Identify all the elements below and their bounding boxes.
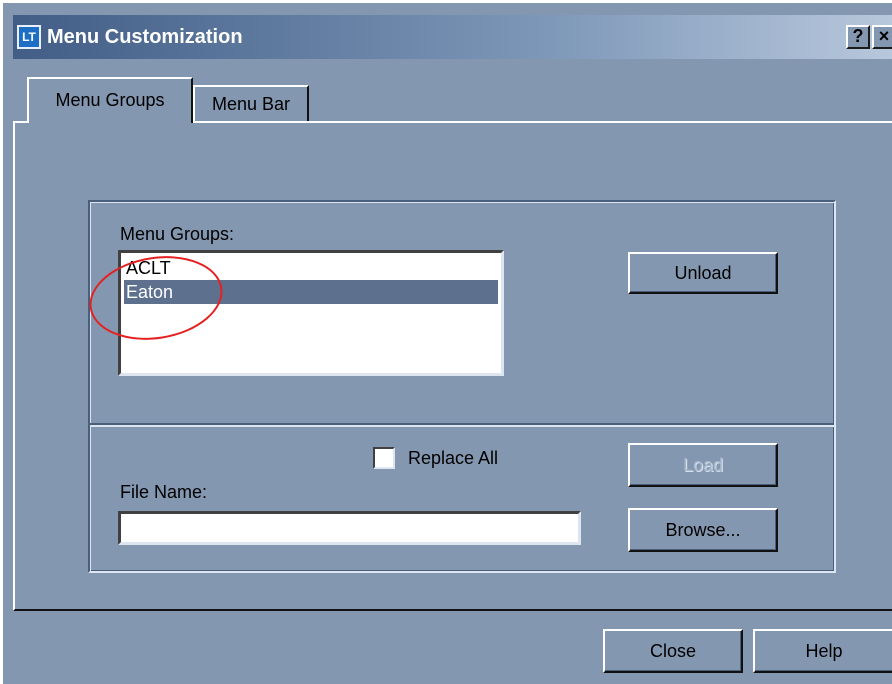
load-button[interactable]: Load <box>628 443 778 487</box>
groupbox-divider <box>90 423 834 427</box>
file-name-label: File Name: <box>120 482 208 502</box>
window-title: Menu Customization <box>47 26 243 48</box>
browse-button[interactable]: Browse... <box>628 508 778 552</box>
file-name-field[interactable] <box>118 511 581 545</box>
menu-groups-label: Menu Groups: <box>120 224 235 244</box>
tab-menu-groups[interactable]: Menu Groups <box>27 77 193 123</box>
unload-button[interactable]: Unload <box>628 252 778 294</box>
close-button[interactable]: Close <box>603 629 743 673</box>
app-icon: LT <box>17 25 41 49</box>
title-bar[interactable]: LT Menu Customization ? × <box>13 15 892 59</box>
close-title-button[interactable]: × <box>872 25 892 49</box>
help-button[interactable]: Help <box>753 629 892 673</box>
help-title-button[interactable]: ? <box>846 25 870 49</box>
replace-all-label[interactable]: Replace All <box>408 447 498 469</box>
tab-menu-bar[interactable]: Menu Bar <box>193 85 309 121</box>
replace-all-checkbox[interactable] <box>373 447 395 469</box>
menu-customization-dialog: LT Menu Customization ? × Menu Groups Me… <box>0 0 892 684</box>
